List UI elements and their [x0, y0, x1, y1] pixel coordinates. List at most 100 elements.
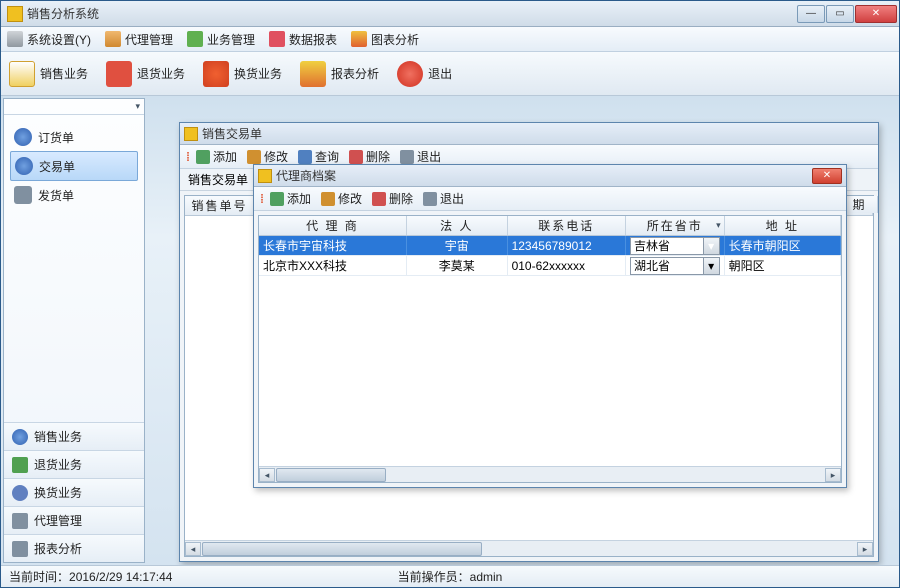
trans-query-icon — [298, 150, 312, 164]
transaction-col-orderno[interactable]: 销售单号 — [185, 196, 255, 215]
cell: 宇宙 — [407, 236, 508, 255]
tool-exit-icon — [397, 61, 423, 87]
agent-col-2[interactable]: 联系电话 — [508, 216, 626, 235]
agent-col-4[interactable]: 地 址 — [725, 216, 841, 235]
sidebtn-returns[interactable]: 退货业务 — [4, 450, 144, 478]
table-row[interactable]: 长春市宇宙科技宇宙123456789012吉林省▾ 长春市朝阳区 — [259, 236, 841, 256]
dropdown-icon[interactable]: ▾ — [704, 237, 720, 255]
agent-edit-icon — [321, 192, 335, 206]
menu-chart-analysis[interactable]: 图表分析 — [351, 31, 419, 48]
agent-col-0[interactable]: 代 理 商 — [259, 216, 407, 235]
scroll-left-icon[interactable]: ◂ — [185, 542, 201, 556]
sidebtn-sales[interactable]: 销售业务 — [4, 422, 144, 450]
trans-edit[interactable]: 修改 — [247, 148, 288, 165]
window-controls: — ▭ ✕ — [796, 5, 897, 23]
trans-query[interactable]: 查询 — [298, 148, 339, 165]
main-window: 销售分析系统 — ▭ ✕ 系统设置(Y)代理管理业务管理数据报表图表分析 销售业… — [0, 0, 900, 588]
cell: 长春市宇宙科技 — [259, 236, 407, 255]
sidebar: ▾ 订货单交易单发货单 销售业务退货业务换货业务代理管理报表分析 — [3, 98, 145, 563]
sidebtn-exchange[interactable]: 换货业务 — [4, 478, 144, 506]
trans-exit[interactable]: 退出 — [400, 148, 441, 165]
agent-edit[interactable]: 修改 — [321, 190, 362, 207]
menu-system-settings-icon — [7, 31, 23, 47]
cell: 长春市朝阳区 — [725, 236, 841, 255]
scroll-right-icon[interactable]: ▸ — [825, 468, 841, 482]
agent-delete-icon — [372, 192, 386, 206]
sidebar-chevron-icon[interactable]: ▾ — [135, 101, 140, 112]
cell: 010-62xxxxxx — [508, 256, 626, 275]
sidebtn-exchange-icon — [12, 485, 28, 501]
tool-sales-icon — [9, 61, 35, 87]
trans-delete-icon — [349, 150, 363, 164]
agent-add-icon — [270, 192, 284, 206]
minimize-button[interactable]: — — [797, 5, 825, 23]
scroll-right-icon[interactable]: ▸ — [857, 542, 873, 556]
tool-report-icon — [300, 61, 326, 87]
scroll-thumb[interactable] — [202, 542, 482, 556]
agent-hscroll[interactable]: ◂ ▸ — [259, 466, 841, 482]
dropdown-icon[interactable]: ▾ — [704, 257, 720, 275]
trans-add-icon — [196, 150, 210, 164]
province-dropdown[interactable]: 吉林省▾ — [630, 237, 720, 255]
tool-exit[interactable]: 退出 — [397, 61, 452, 87]
trans-delete[interactable]: 删除 — [349, 148, 390, 165]
trans-edit-icon — [247, 150, 261, 164]
menu-chart-analysis-icon — [351, 31, 367, 47]
maximize-button[interactable]: ▭ — [826, 5, 854, 23]
agent-grid-body: 长春市宇宙科技宇宙123456789012吉林省▾长春市朝阳区北京市XXX科技李… — [259, 236, 841, 466]
transaction-titlebar[interactable]: 销售交易单 — [180, 123, 878, 145]
cell: 123456789012 — [508, 236, 626, 255]
agent-grid: 代 理 商法 人联系电话所在省市▾地 址 长春市宇宙科技宇宙1234567890… — [258, 215, 842, 483]
nav-order-icon — [14, 128, 32, 146]
nav-transaction[interactable]: 交易单 — [10, 151, 138, 181]
menu-business-manage[interactable]: 业务管理 — [187, 31, 255, 48]
table-row[interactable]: 北京市XXX科技李莫某010-62xxxxxx湖北省▾朝阳区 — [259, 256, 841, 276]
sidebtn-returns-icon — [12, 457, 28, 473]
agent-titlebar[interactable]: 代理商档案 ✕ — [254, 165, 846, 187]
cell: 李莫某 — [407, 256, 508, 275]
agent-col-3[interactable]: 所在省市▾ — [626, 216, 725, 235]
tool-returns-icon — [106, 61, 132, 87]
agent-window: 代理商档案 ✕ ⁞添加修改删除退出 代 理 商法 人联系电话所在省市▾地 址 长… — [253, 164, 847, 488]
tool-sales[interactable]: 销售业务 — [9, 61, 88, 87]
sort-icon[interactable]: ▾ — [716, 220, 721, 231]
agent-toolbar: ⁞添加修改删除退出 — [254, 187, 846, 211]
trans-exit-icon — [400, 150, 414, 164]
menu-system-settings[interactable]: 系统设置(Y) — [7, 31, 91, 48]
status-time: 当前时间：2016/2/29 14:17:44 — [9, 568, 303, 585]
menu-agent-manage[interactable]: 代理管理 — [105, 31, 173, 48]
scroll-left-icon[interactable]: ◂ — [259, 468, 275, 482]
province-dropdown[interactable]: 湖北省▾ — [630, 257, 720, 275]
close-button[interactable]: ✕ — [855, 5, 897, 23]
agent-close-button[interactable]: ✕ — [812, 168, 842, 184]
sidebar-header: ▾ — [4, 99, 144, 115]
nav-shipment[interactable]: 发货单 — [10, 181, 138, 209]
cell: 湖北省▾ — [626, 256, 725, 275]
tool-returns[interactable]: 退货业务 — [106, 61, 185, 87]
tool-report[interactable]: 报表分析 — [300, 61, 379, 87]
agent-exit-icon — [423, 192, 437, 206]
sidebtn-sales-icon — [12, 429, 28, 445]
sidebar-nav: 订货单交易单发货单 — [4, 115, 144, 422]
sidebtn-report[interactable]: 报表分析 — [4, 534, 144, 562]
tool-exchange-icon — [203, 61, 229, 87]
window-icon — [184, 127, 198, 141]
menu-data-report[interactable]: 数据报表 — [269, 31, 337, 48]
cell: 朝阳区 — [725, 256, 841, 275]
transaction-hscroll[interactable]: ◂ ▸ — [185, 540, 873, 556]
trans-add[interactable]: 添加 — [196, 148, 237, 165]
nav-order[interactable]: 订货单 — [10, 123, 138, 151]
tool-exchange[interactable]: 换货业务 — [203, 61, 282, 87]
sidebtn-agent-icon — [12, 513, 28, 529]
app-title: 销售分析系统 — [27, 5, 796, 22]
agent-exit[interactable]: 退出 — [423, 190, 464, 207]
agent-add[interactable]: 添加 — [270, 190, 311, 207]
sidebtn-agent[interactable]: 代理管理 — [4, 506, 144, 534]
menu-agent-manage-icon — [105, 31, 121, 47]
sidebar-buttons: 销售业务退货业务换货业务代理管理报表分析 — [4, 422, 144, 562]
app-icon — [7, 6, 23, 22]
agent-col-1[interactable]: 法 人 — [407, 216, 508, 235]
scroll-thumb[interactable] — [276, 468, 386, 482]
sidebtn-report-icon — [12, 541, 28, 557]
agent-delete[interactable]: 删除 — [372, 190, 413, 207]
